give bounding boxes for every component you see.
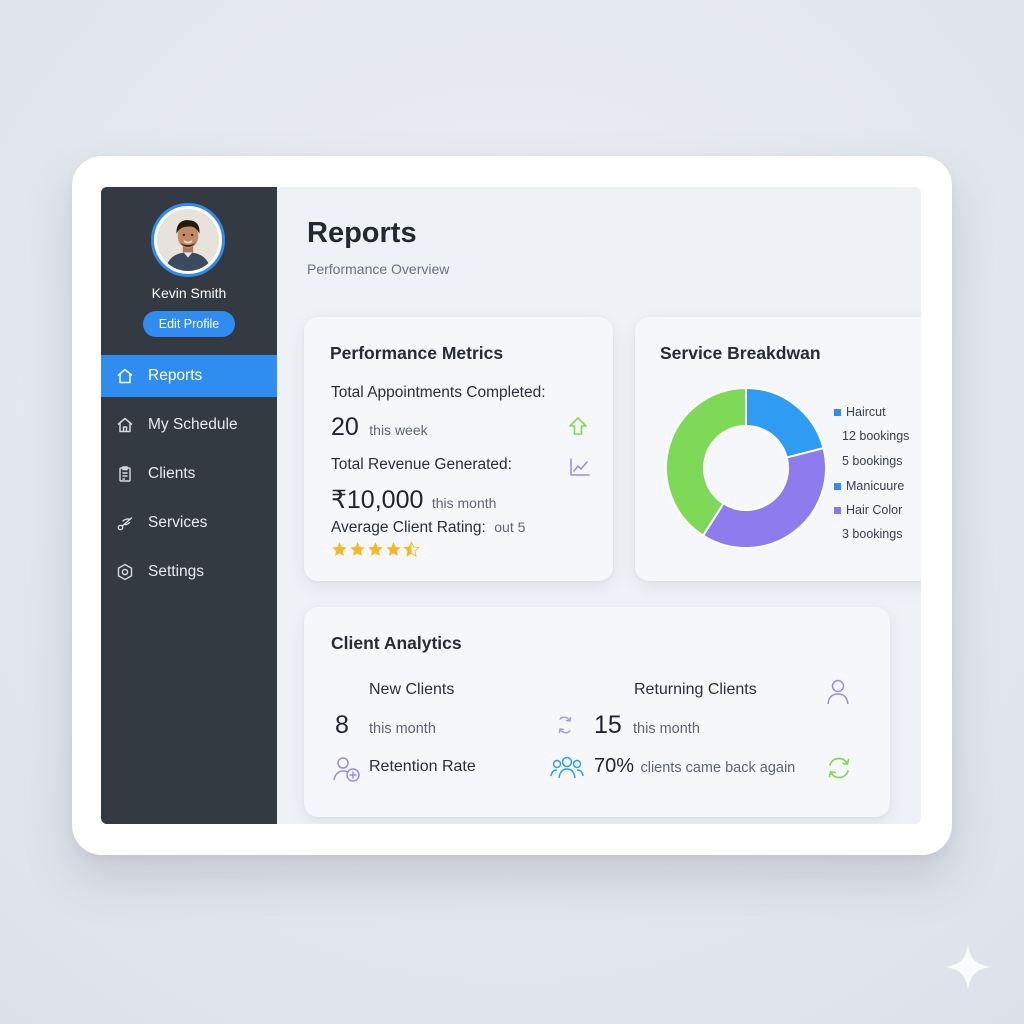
star-icon [386, 542, 401, 556]
app-window: Kevin Smith Edit Profile Reports My Sche… [101, 187, 921, 824]
revenue-label: Total Revenue Generated: [331, 456, 512, 473]
main-content: Reports Performance Overview Performance… [277, 187, 921, 824]
donut-slice-0[interactable] [745, 386, 825, 459]
trend-chart-icon [568, 456, 592, 483]
sidebar-item-clients[interactable]: Clients [101, 453, 277, 495]
donut-slice-1[interactable] [701, 446, 827, 549]
half-star-icon [403, 541, 420, 557]
legend-swatch [834, 482, 841, 490]
sidebar-item-settings[interactable]: Settings [101, 551, 277, 593]
arrow-up-icon [567, 415, 589, 442]
returning-clients-label: Returning Clients [634, 681, 757, 698]
returning-clients-value: 15 [594, 711, 622, 739]
legend-label: Manicuure [846, 479, 905, 493]
rating-label: Average Client Rating: [331, 519, 486, 536]
clipboard-icon [115, 464, 135, 484]
sidebar-item-label: Reports [148, 367, 203, 384]
scissors-icon [115, 513, 135, 533]
star-icon [368, 542, 383, 556]
returning-clients-period: this month [633, 721, 700, 737]
gear-icon [115, 562, 135, 582]
legend-item: 12 bookings [842, 429, 909, 443]
new-clients-period: this month [369, 721, 436, 737]
retention-value: 70% [594, 755, 635, 777]
donut-chart [665, 386, 827, 549]
sidebar-item-label: My Schedule [148, 416, 238, 433]
sidebar-item-services[interactable]: Services [101, 502, 277, 544]
legend-label: 3 bookings [842, 527, 903, 541]
card-title: Client Analytics [331, 633, 462, 653]
client-analytics-card: Client Analytics New Clients 8 this mont… [304, 607, 890, 817]
revenue-period: this month [431, 495, 497, 511]
sparkle-icon [943, 942, 993, 992]
group-icon [550, 755, 584, 786]
service-breakdown-card: Service Breakdwan Haircut 12 bookings 5 bo… [635, 317, 921, 581]
legend-label: 5 bookings [842, 454, 903, 468]
legend-item: 5 bookings [842, 454, 902, 468]
appointments-value: 20 [331, 413, 359, 441]
star-icon [350, 542, 365, 556]
legend-swatch [834, 506, 841, 514]
sidebar: Kevin Smith Edit Profile Reports My Sche… [101, 187, 277, 824]
refresh-icon [554, 714, 576, 741]
legend-label: Haircut [846, 405, 886, 419]
legend-item: Haircut [834, 405, 886, 419]
legend-item: Hair Color [834, 503, 902, 517]
retention-rate-label: Retention Rate [369, 758, 476, 775]
sidebar-nav: Reports My Schedule Clients Services Set… [101, 355, 277, 600]
avatar[interactable] [151, 203, 225, 277]
sync-icon [825, 754, 853, 787]
user-name: Kevin Smith [151, 285, 227, 301]
sidebar-item-label: Clients [148, 465, 196, 482]
legend-label: Hair Color [846, 503, 903, 517]
appointments-period: this week [369, 422, 428, 438]
page-title: Reports [307, 217, 417, 249]
performance-metrics-card: Performance Metrics Total Appointments C… [304, 317, 613, 581]
legend-item: Manicuure [834, 479, 904, 493]
add-user-icon [332, 755, 362, 788]
user-icon [825, 678, 851, 711]
appointments-label: Total Appointments Completed: [331, 384, 546, 401]
legend-swatch [834, 408, 841, 416]
sidebar-item-label: Services [148, 514, 208, 531]
rating-suffix: out 5 [494, 519, 526, 535]
page-subtitle: Performance Overview [307, 261, 450, 277]
revenue-value: ₹10,000 [331, 486, 424, 514]
legend-label: 12 bookings [842, 429, 910, 443]
sidebar-item-my-schedule[interactable]: My Schedule [101, 404, 277, 446]
new-clients-label: New Clients [369, 681, 455, 698]
rating-stars [331, 541, 420, 558]
card-title: Performance Metrics [330, 343, 504, 363]
star-icon [332, 542, 347, 556]
home-icon [115, 366, 135, 386]
legend-item: 3 bookings [842, 527, 902, 541]
edit-profile-button[interactable]: Edit Profile [143, 311, 235, 337]
card-title: Service Breakdwan [660, 343, 821, 363]
home-icon [115, 415, 135, 435]
new-clients-value: 8 [335, 711, 349, 739]
retention-text: clients came back again [640, 760, 796, 776]
sidebar-item-label: Settings [148, 563, 205, 580]
sidebar-item-reports[interactable]: Reports [101, 355, 277, 397]
